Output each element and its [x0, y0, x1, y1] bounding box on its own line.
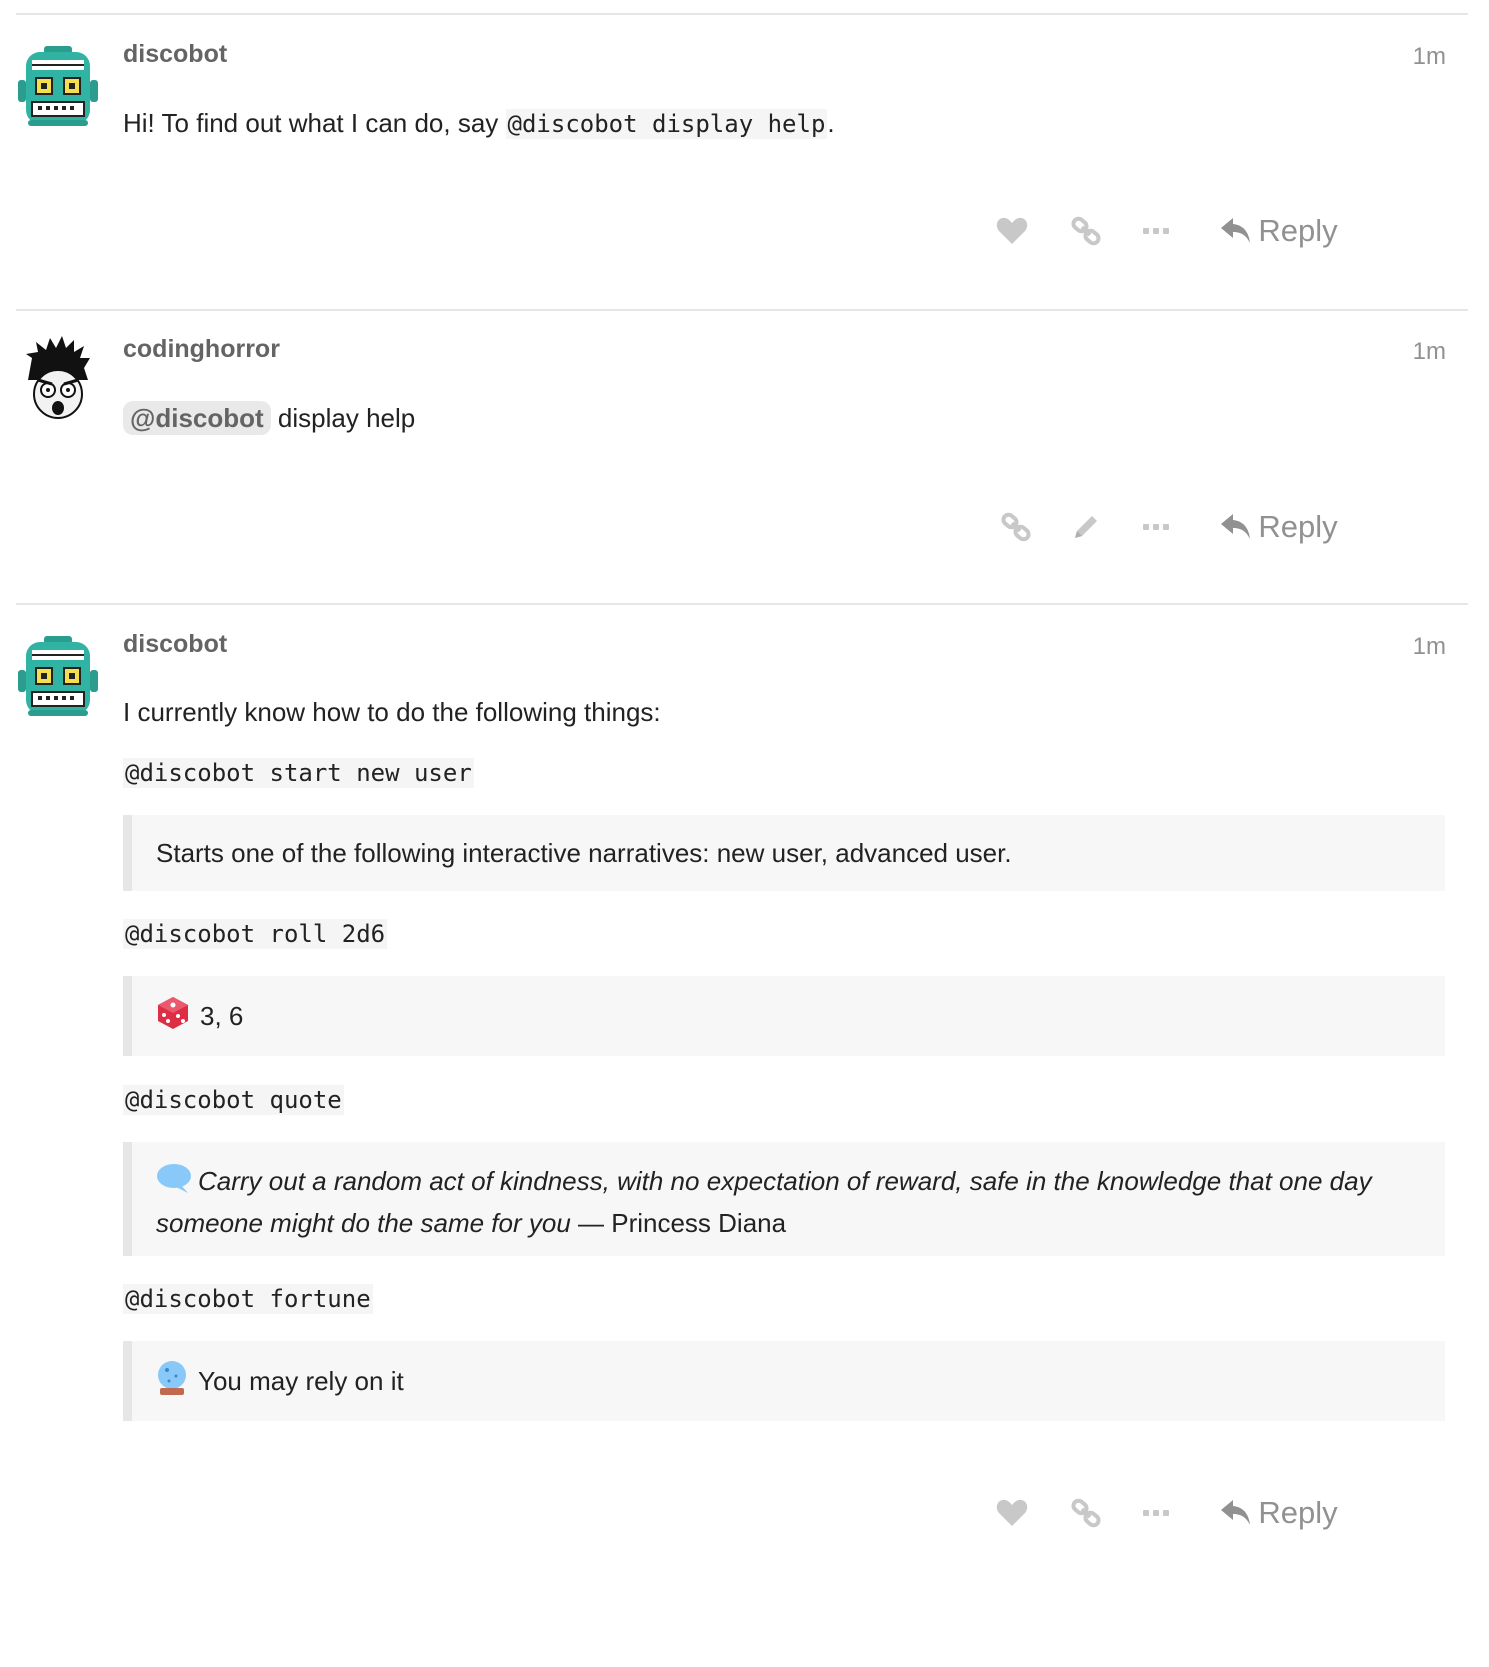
quote-author: — Princess Diana [570, 1208, 787, 1239]
reply-label: Reply [1258, 509, 1338, 544]
post-actions: Reply [889, 206, 1489, 256]
command-text: @discobot fortune [123, 1284, 373, 1314]
copy-link-button[interactable] [1053, 206, 1119, 256]
quote-line-2: someone might do the same for you — Prin… [156, 1204, 1445, 1242]
post-text-end: . [827, 108, 835, 138]
post-body: Hi! To find out what I can do, say @disc… [123, 108, 835, 139]
command-code: @discobot fortune [123, 1284, 373, 1314]
reply-icon [1221, 514, 1251, 539]
reply-label: Reply [1258, 1495, 1338, 1530]
like-button[interactable] [979, 1488, 1045, 1538]
post-text: Hi! To find out what I can do, say [123, 108, 506, 138]
post-actions: Reply [889, 502, 1489, 552]
post-age[interactable]: 1m [1413, 338, 1446, 366]
copy-link-button[interactable] [1053, 1488, 1119, 1538]
game-die-icon [156, 996, 190, 1037]
command-result-text: 3, 6 [200, 1000, 244, 1031]
ellipsis-icon [1143, 228, 1169, 234]
post-divider [16, 603, 1468, 605]
user-mention[interactable]: @discobot [123, 401, 271, 435]
crystal-ball-icon [156, 1360, 188, 1403]
reply-icon [1221, 1500, 1251, 1525]
command-text: @discobot quote [123, 1085, 344, 1115]
pencil-icon [1075, 516, 1097, 538]
discobot-avatar[interactable] [18, 634, 100, 720]
reply-icon [1221, 218, 1251, 243]
quote-text: someone might do the same for you [156, 1208, 571, 1239]
ellipsis-icon [1143, 524, 1169, 530]
more-options-button[interactable] [1123, 502, 1189, 552]
link-icon [1071, 216, 1101, 246]
command-result-quote: Starts one of the following interactive … [123, 815, 1445, 891]
command-text: @discobot start new user [123, 758, 474, 788]
command-result-quote: 3, 6 [123, 976, 1445, 1056]
post-intro: I currently know how to do the following… [123, 697, 661, 727]
command-text: @discobot roll 2d6 [123, 919, 388, 949]
quote-text: Carry out a random act of kindness, with… [198, 1166, 1372, 1196]
copy-link-button[interactable] [983, 502, 1049, 552]
command-code: @discobot quote [123, 1085, 344, 1115]
link-icon [1001, 512, 1031, 542]
post-divider [16, 309, 1468, 311]
command-result-text: Starts one of the following interactive … [156, 838, 1012, 868]
post-username[interactable]: discobot [123, 40, 227, 69]
reply-button[interactable]: Reply [1209, 206, 1349, 256]
command-result-text: You may rely on it [198, 1365, 404, 1396]
inline-code: @discobot display help [505, 109, 828, 139]
post-divider [16, 13, 1468, 15]
reply-label: Reply [1258, 213, 1338, 248]
reply-button[interactable]: Reply [1209, 1488, 1349, 1538]
discobot-avatar[interactable] [18, 44, 100, 130]
post-username[interactable]: discobot [123, 630, 227, 659]
more-options-button[interactable] [1123, 1488, 1189, 1538]
ellipsis-icon [1143, 1510, 1169, 1516]
quote-line-1: Carry out a random act of kindness, with… [156, 1162, 1445, 1204]
command-code: @discobot start new user [123, 758, 474, 788]
post-age[interactable]: 1m [1413, 633, 1446, 661]
post-text: display help [270, 403, 416, 433]
post-username[interactable]: codinghorror [123, 335, 280, 364]
command-result-quote: You may rely on it [123, 1341, 1445, 1421]
command-result-quote: Carry out a random act of kindness, with… [123, 1142, 1445, 1256]
post-age[interactable]: 1m [1413, 43, 1446, 71]
heart-icon [996, 1499, 1028, 1526]
more-options-button[interactable] [1123, 206, 1189, 256]
edit-button[interactable] [1053, 502, 1119, 552]
reply-button[interactable]: Reply [1209, 502, 1349, 552]
heart-icon [996, 217, 1028, 244]
like-button[interactable] [979, 206, 1045, 256]
post-actions: Reply [889, 1488, 1489, 1538]
speech-balloon-icon [156, 1162, 192, 1204]
post-body: @discobot display help [123, 401, 416, 435]
command-code: @discobot roll 2d6 [123, 919, 388, 949]
link-icon [1071, 1498, 1101, 1528]
codinghorror-avatar[interactable] [18, 336, 100, 422]
